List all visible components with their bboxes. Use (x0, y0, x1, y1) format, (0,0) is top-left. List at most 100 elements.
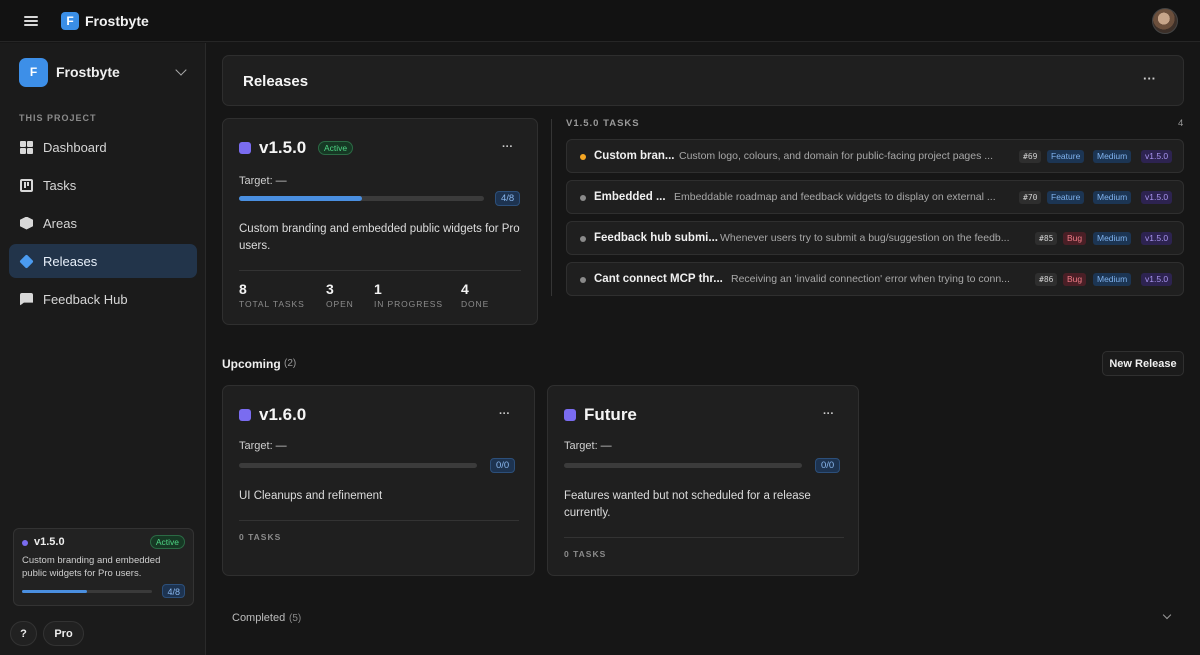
task-panel-heading: V1.5.0 TASKS (566, 118, 640, 129)
priority-tag: Medium (1093, 150, 1132, 163)
task-description: Embeddable roadmap and feedback widgets … (674, 191, 996, 203)
type-tag: Bug (1063, 273, 1087, 286)
stat-done: 4 DONE (461, 281, 489, 309)
version-tag: v1.5.0 (1141, 191, 1173, 204)
release-version: v1.6.0 (259, 405, 307, 424)
priority-tag: Medium (1093, 232, 1132, 245)
cube-icon (20, 216, 33, 230)
sidebar-item-label: Areas (43, 215, 77, 231)
status-dot (580, 195, 586, 201)
type-tag: Bug (1063, 232, 1087, 245)
progress-count: 0/0 (815, 458, 841, 473)
release-description: UI Cleanups and refinement (239, 490, 383, 502)
current-release-description: Custom branding and embedded public widg… (22, 555, 161, 579)
project-icon: F (19, 57, 48, 87)
section-label: THIS PROJECT (19, 113, 97, 123)
project-name: Frostbyte (56, 64, 120, 80)
progress-bar (239, 196, 484, 201)
sidebar-item-label: Tasks (43, 177, 77, 193)
progress-count: 4/8 (495, 191, 521, 206)
status-dot (580, 154, 586, 160)
release-version: Future (584, 405, 637, 424)
sidebar-item-label: Releases (43, 253, 98, 269)
new-release-button[interactable]: New Release (1102, 351, 1184, 376)
sidebar-item-releases[interactable]: Releases (9, 244, 197, 278)
active-release-card[interactable]: v1.5.0 Active ··· Target: — 4/8 Custom b… (222, 118, 538, 325)
sidebar-item-feedback-hub[interactable]: Feedback Hub (9, 282, 197, 316)
stat-total-tasks: 8 TOTAL TASKS (239, 281, 305, 309)
task-row[interactable]: Feedback hub submi... Whenever users try… (566, 221, 1184, 255)
task-description: Whenever users try to submit a bug/sugge… (720, 232, 1010, 244)
top-bar: F Frostbyte (0, 0, 1200, 42)
task-title: Feedback hub submi... (594, 232, 718, 244)
card-divider (239, 520, 519, 521)
task-id: #85 (1035, 232, 1058, 245)
progress-bar (564, 463, 802, 468)
upcoming-count: (2) (284, 358, 297, 369)
priority-tag: Medium (1093, 273, 1132, 286)
task-id: #70 (1019, 191, 1042, 204)
brand-name: Frostbyte (85, 13, 149, 29)
version-tag: v1.5.0 (1141, 150, 1173, 163)
project-switcher[interactable]: F Frostbyte (19, 57, 189, 87)
task-row[interactable]: Embedded ... Embeddable roadmap and feed… (566, 180, 1184, 214)
task-panel-count: 4 (1178, 118, 1184, 129)
task-id: #86 (1035, 273, 1058, 286)
layers-icon (19, 253, 34, 269)
release-dot (22, 540, 28, 546)
more-options-icon[interactable]: ··· (823, 408, 834, 420)
card-divider (239, 270, 521, 271)
page-title: Releases (243, 73, 309, 90)
release-description: Custom branding and embedded public widg… (239, 223, 520, 252)
sidebar-item-dashboard[interactable]: Dashboard (9, 130, 197, 164)
chevron-down-icon[interactable] (1162, 610, 1172, 620)
task-row[interactable]: Custom bran... Custom logo, colours, and… (566, 139, 1184, 173)
status-dot (580, 277, 586, 283)
chevron-down-icon (175, 64, 187, 76)
type-tag: Feature (1047, 191, 1085, 204)
sidebar-item-tasks[interactable]: Tasks (9, 168, 197, 202)
progress-fill (239, 196, 362, 201)
progress-count: 0/0 (490, 458, 516, 473)
stat-value: 8 (239, 281, 247, 297)
user-avatar[interactable] (1152, 8, 1178, 34)
current-release-card[interactable]: v1.5.0 Active Custom branding and embedd… (13, 528, 194, 606)
progress-bar (239, 463, 477, 468)
sidebar-item-label: Dashboard (43, 139, 107, 155)
upcoming-release-card[interactable]: Future ··· Target: — 0/0 Features wanted… (547, 385, 859, 576)
task-description: Receiving an 'invalid connection' error … (731, 273, 1010, 285)
progress-fill (22, 590, 87, 593)
help-button[interactable]: ? (10, 621, 37, 646)
completed-count: (5) (289, 613, 302, 624)
version-tag: v1.5.0 (1141, 273, 1173, 286)
type-tag: Feature (1047, 150, 1085, 163)
chat-icon (20, 292, 33, 306)
release-target: Target: — (239, 440, 287, 452)
upcoming-heading: Upcoming (222, 357, 281, 371)
dashboard-icon (20, 140, 33, 154)
stat-label: TOTAL TASKS (239, 299, 305, 309)
task-row[interactable]: Cant connect MCP thr... Receiving an 'in… (566, 262, 1184, 296)
progress-bar (22, 590, 152, 593)
status-badge: Active (318, 141, 354, 155)
more-options-icon[interactable]: ··· (499, 408, 510, 420)
sidebar-nav: Dashboard Tasks Areas Releases Feedback … (9, 130, 197, 320)
stat-label: OPEN (326, 299, 354, 309)
sidebar: F Frostbyte THIS PROJECT Dashboard Tasks… (0, 43, 206, 655)
release-task-count: 0 TASKS (239, 532, 282, 542)
menu-icon[interactable] (24, 14, 38, 28)
current-release-version: v1.5.0 (34, 536, 65, 548)
plan-button[interactable]: Pro (43, 621, 84, 646)
more-options-icon[interactable]: ··· (1143, 71, 1156, 86)
completed-heading[interactable]: Completed (232, 612, 285, 624)
stat-label: IN PROGRESS (374, 299, 443, 309)
progress-count: 4/8 (162, 584, 185, 598)
stat-value: 1 (374, 281, 382, 297)
sidebar-item-areas[interactable]: Areas (9, 206, 197, 240)
release-task-count: 0 TASKS (564, 549, 607, 559)
release-description: Features wanted but not scheduled for a … (564, 490, 811, 519)
more-options-icon[interactable]: ··· (502, 141, 513, 153)
upcoming-release-card[interactable]: v1.6.0 ··· Target: — 0/0 UI Cleanups and… (222, 385, 535, 576)
kanban-icon (20, 178, 33, 192)
release-version: v1.5.0 (259, 138, 307, 157)
